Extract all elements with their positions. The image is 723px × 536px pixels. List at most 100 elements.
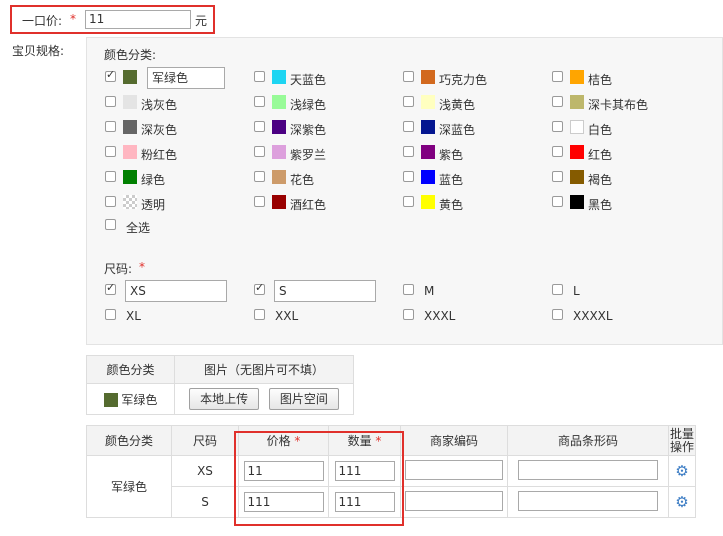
sku-size-header: 尺码 (171, 425, 239, 456)
sku-barcode-header: 商品条形码 (507, 425, 669, 456)
color-checkbox[interactable] (105, 146, 116, 157)
color-label: 紫色 (439, 148, 464, 162)
color-checkbox[interactable] (254, 96, 265, 107)
color-label: 深灰色 (141, 123, 178, 137)
color-swatch (570, 70, 584, 84)
sku-merchant-code-header: 商家编码 (400, 425, 508, 456)
color-checkbox[interactable] (552, 196, 563, 207)
sku-barcode-input[interactable] (518, 490, 658, 511)
color-swatch (570, 120, 584, 134)
color-checkbox[interactable] (403, 71, 414, 82)
color-label: 深紫色 (290, 123, 327, 137)
color-checkbox[interactable] (254, 171, 265, 182)
color-swatch (421, 195, 435, 209)
size-checkbox[interactable] (552, 284, 563, 295)
color-checkbox[interactable] (403, 121, 414, 132)
color-label: 浅灰色 (141, 98, 178, 112)
color-checkbox[interactable] (403, 196, 414, 207)
color-swatch (421, 120, 435, 134)
color-swatch (123, 145, 137, 159)
color-checkbox[interactable] (403, 171, 414, 182)
color-checkbox[interactable] (254, 146, 265, 157)
batch-header-line2: 操作 (669, 439, 694, 454)
color-swatch (272, 70, 286, 84)
size-name-input[interactable]: S (274, 280, 376, 302)
sku-barcode-cell (507, 455, 669, 487)
sku-batch-cell: ⚙ (668, 486, 696, 518)
color-swatch (570, 145, 584, 159)
color-label: 白色 (588, 123, 613, 137)
select-all-checkbox[interactable] (105, 219, 116, 230)
color-label: 深卡其布色 (588, 98, 649, 112)
color-checkbox[interactable] (254, 196, 265, 207)
color-swatch (123, 70, 137, 84)
color-checkbox[interactable] (105, 121, 116, 132)
color-checkbox[interactable] (403, 96, 414, 107)
color-checkbox[interactable] (105, 68, 116, 82)
image-column-header: 图片（无图片可不填） (174, 355, 354, 384)
color-checkbox[interactable] (552, 146, 563, 157)
color-checkbox[interactable] (254, 71, 265, 82)
size-checkbox[interactable] (105, 309, 116, 320)
size-checkbox[interactable] (254, 309, 265, 320)
size-label: XXXL (424, 309, 456, 323)
color-label: 花色 (290, 173, 315, 187)
color-label: 天蓝色 (290, 73, 327, 87)
gear-icon[interactable]: ⚙ (675, 462, 688, 480)
color-swatch (570, 195, 584, 209)
color-swatch (421, 95, 435, 109)
batch-header-line1: 批量 (669, 426, 694, 441)
sku-merchant-code-input[interactable] (405, 459, 503, 480)
color-swatch (123, 195, 137, 209)
size-name-input[interactable]: XS (125, 280, 227, 302)
color-swatch (272, 195, 286, 209)
color-checkbox[interactable] (552, 121, 563, 132)
color-label: 浅绿色 (290, 98, 327, 112)
color-label: 黑色 (588, 198, 613, 212)
color-swatch (103, 393, 118, 407)
size-checkbox[interactable] (254, 281, 265, 295)
size-required-mark: * (139, 260, 145, 274)
price-unit: 元 (195, 14, 208, 28)
color-checkbox[interactable] (105, 171, 116, 182)
color-label: 酒红色 (290, 198, 327, 212)
color-label: 紫罗兰 (290, 148, 327, 162)
image-buttons-cell: 本地上传 图片空间 (174, 383, 354, 415)
color-checkbox[interactable] (403, 146, 414, 157)
size-checkbox[interactable] (105, 281, 116, 295)
size-label: XXL (275, 309, 299, 323)
color-swatch (421, 70, 435, 84)
gear-icon[interactable]: ⚙ (675, 493, 688, 511)
color-name-input[interactable]: 军绿色 (147, 67, 225, 89)
sku-merchant-code-cell (400, 486, 508, 518)
color-swatch (123, 120, 137, 134)
size-label: XXXXL (573, 309, 613, 323)
color-label: 红色 (588, 148, 613, 162)
color-swatch (570, 170, 584, 184)
sku-color-header: 颜色分类 (86, 425, 172, 456)
sku-merchant-code-cell (400, 455, 508, 487)
price-input[interactable]: 11 (85, 10, 191, 29)
size-label: M (424, 284, 435, 298)
select-all-label: 全选 (126, 221, 151, 235)
color-label: 桔色 (588, 73, 613, 87)
size-checkbox[interactable] (552, 309, 563, 320)
color-label: 巧克力色 (439, 73, 488, 87)
local-upload-button[interactable]: 本地上传 (189, 388, 260, 410)
sku-barcode-input[interactable] (518, 459, 658, 480)
color-swatch (272, 145, 286, 159)
size-checkbox[interactable] (403, 309, 414, 320)
sku-batch-cell: ⚙ (668, 455, 696, 487)
color-checkbox[interactable] (552, 71, 563, 82)
color-checkbox[interactable] (105, 96, 116, 107)
size-checkbox[interactable] (403, 284, 414, 295)
image-space-button[interactable]: 图片空间 (268, 388, 339, 410)
color-checkbox[interactable] (552, 171, 563, 182)
color-swatch (123, 170, 137, 184)
color-swatch (570, 95, 584, 109)
sku-merchant-code-input[interactable] (405, 490, 503, 511)
color-checkbox[interactable] (552, 96, 563, 107)
color-checkbox[interactable] (254, 121, 265, 132)
color-cell-label: 军绿色 (121, 392, 158, 407)
color-checkbox[interactable] (105, 196, 116, 207)
